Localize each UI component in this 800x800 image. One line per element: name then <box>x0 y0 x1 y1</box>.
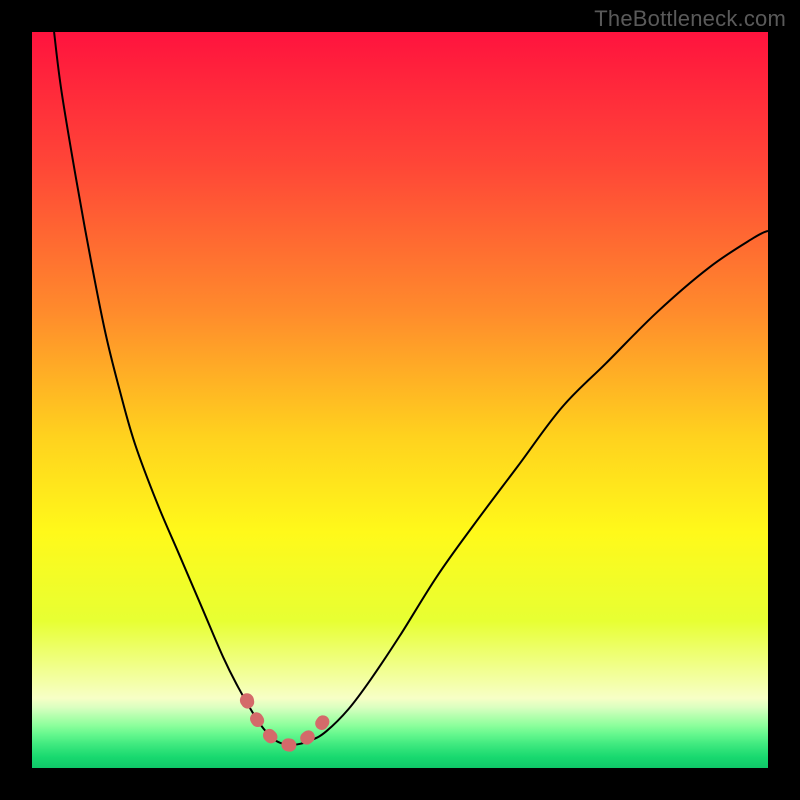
highlight-dot <box>240 693 254 707</box>
plot-area <box>32 32 768 768</box>
watermark-text: TheBottleneck.com <box>594 6 786 32</box>
app-frame: TheBottleneck.com <box>0 0 800 800</box>
gradient-background <box>32 32 768 768</box>
bottleneck-chart <box>32 32 768 768</box>
